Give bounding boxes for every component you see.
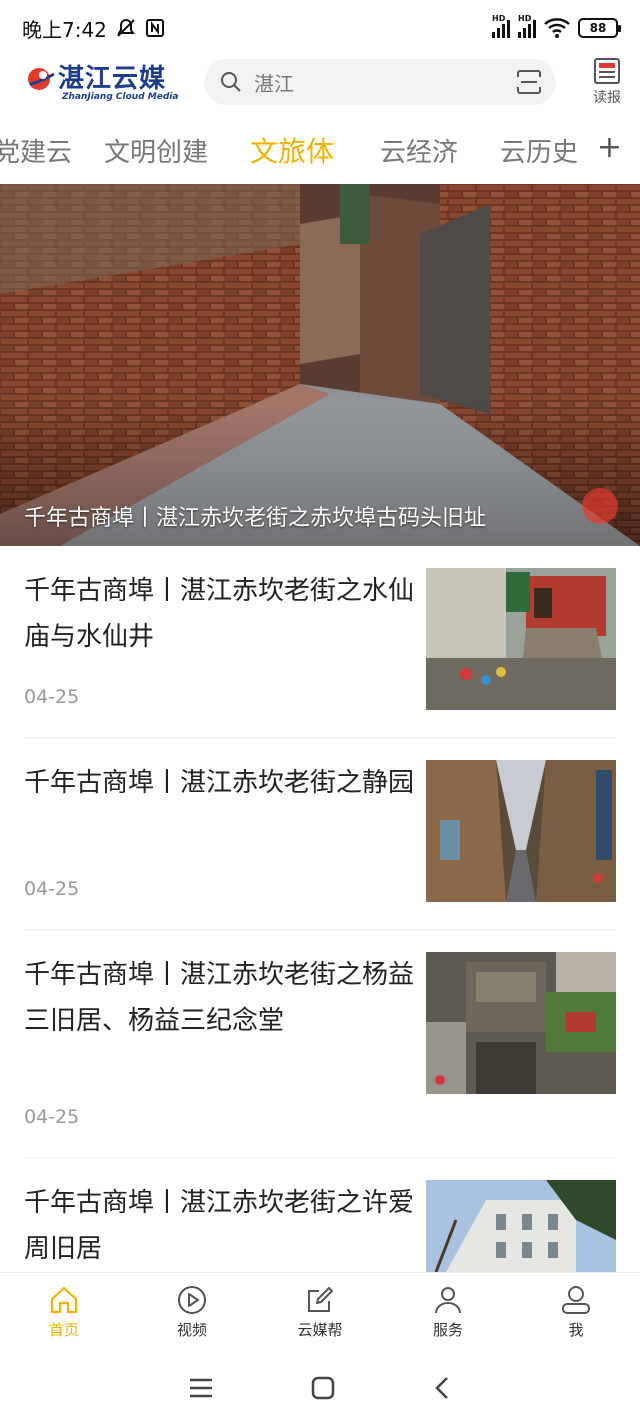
- article-item[interactable]: 千年古商埠丨湛江赤坎老街之杨益三旧居、杨益三纪念堂 04-25: [24, 952, 616, 1158]
- search-bar[interactable]: 湛江: [204, 59, 556, 105]
- hero-title: 千年古商埠丨湛江赤坎老街之赤坎埠古码头旧址: [24, 506, 487, 531]
- article-date: 04-25: [24, 686, 80, 708]
- nav-me[interactable]: 我: [512, 1273, 640, 1352]
- article-item[interactable]: 千年古商埠丨湛江赤坎老街之许爱周旧居: [24, 1180, 616, 1280]
- nav-me-label: 我: [568, 1321, 584, 1339]
- signal-1-icon: HD: [492, 14, 510, 38]
- logo-subtitle: ZhanJiang Cloud Media: [62, 92, 179, 102]
- nav-home-label: 首页: [48, 1321, 79, 1339]
- newspaper-icon: [594, 58, 620, 84]
- mute-bell-icon: [117, 18, 135, 37]
- nav-video-label: 视频: [176, 1321, 207, 1339]
- back-icon[interactable]: [432, 1376, 452, 1400]
- scan-icon[interactable]: [516, 69, 542, 95]
- article-thumbnail: [426, 1180, 616, 1272]
- article-title: 千年古商埠丨湛江赤坎老街之杨益三旧居、杨益三纪念堂: [24, 960, 415, 1036]
- signal-2-icon: HD: [518, 14, 536, 38]
- reader-label: 读报: [593, 90, 621, 106]
- nav-service-label: 服务: [432, 1321, 463, 1339]
- article-item[interactable]: 千年古商埠丨湛江赤坎老街之静园 04-25: [24, 760, 616, 930]
- hero-image: [0, 184, 640, 546]
- nfc-icon: [145, 19, 164, 37]
- play-icon: [178, 1286, 206, 1314]
- nav-service[interactable]: 服务: [384, 1273, 512, 1352]
- logo-text: 湛江云媒: [58, 64, 167, 94]
- hero-banner[interactable]: 千年古商埠丨湛江赤坎老街之赤坎埠古码头旧址: [0, 184, 640, 546]
- search-input[interactable]: 湛江: [254, 68, 516, 97]
- profile-icon: [562, 1286, 590, 1314]
- nav-cloud-help-label: 云媒帮: [297, 1321, 343, 1339]
- reader-button[interactable]: 读报: [590, 57, 624, 107]
- logo-mark-icon: [28, 68, 55, 90]
- home-square-icon[interactable]: [311, 1376, 335, 1400]
- nav-video[interactable]: 视频: [128, 1273, 256, 1352]
- home-icon: [50, 1286, 78, 1314]
- app-header: 湛江云媒 ZhanJiang Cloud Media 湛江 读报: [0, 56, 640, 108]
- tab-cloud-history[interactable]: 云历史: [500, 132, 578, 169]
- article-item[interactable]: 千年古商埠丨湛江赤坎老街之水仙庙与水仙井 04-25: [24, 568, 616, 738]
- wifi-icon: [544, 18, 570, 38]
- search-icon: [221, 72, 241, 92]
- category-tabs: 党建云 文明创建 文旅体 云经济 云历史 +: [0, 116, 640, 182]
- bottom-navigation: 首页 视频 云媒帮 服务 我: [0, 1272, 640, 1352]
- battery-icon: 88: [578, 18, 621, 38]
- nav-cloud-help[interactable]: 云媒帮: [256, 1273, 384, 1352]
- article-thumbnail: [426, 952, 616, 1094]
- tab-party-cloud[interactable]: 党建云: [0, 132, 72, 169]
- article-date: 04-25: [24, 878, 80, 900]
- app-logo[interactable]: 湛江云媒 ZhanJiang Cloud Media: [26, 58, 179, 106]
- article-date: 04-25: [24, 1106, 80, 1128]
- article-title: 千年古商埠丨湛江赤坎老街之许爱周旧居: [24, 1188, 415, 1264]
- article-title: 千年古商埠丨湛江赤坎老街之静园: [24, 768, 415, 798]
- add-tab-button[interactable]: +: [588, 130, 622, 165]
- nav-home[interactable]: 首页: [0, 1273, 128, 1352]
- article-title: 千年古商埠丨湛江赤坎老街之水仙庙与水仙井: [24, 576, 415, 652]
- tab-cloud-economy[interactable]: 云经济: [380, 132, 458, 169]
- tab-civilization[interactable]: 文明创建: [104, 132, 208, 169]
- system-navigation-bar: [0, 1352, 640, 1424]
- tab-culture-tourism[interactable]: 文旅体: [250, 130, 334, 170]
- status-bar: 晚上7:42 HD HD 88: [0, 0, 640, 56]
- edit-icon: [308, 1287, 333, 1312]
- menu-icon[interactable]: [188, 1377, 214, 1399]
- article-thumbnail: [426, 760, 616, 902]
- status-time: 晚上7:42: [22, 17, 107, 42]
- article-thumbnail: [426, 568, 616, 710]
- person-icon: [435, 1287, 461, 1314]
